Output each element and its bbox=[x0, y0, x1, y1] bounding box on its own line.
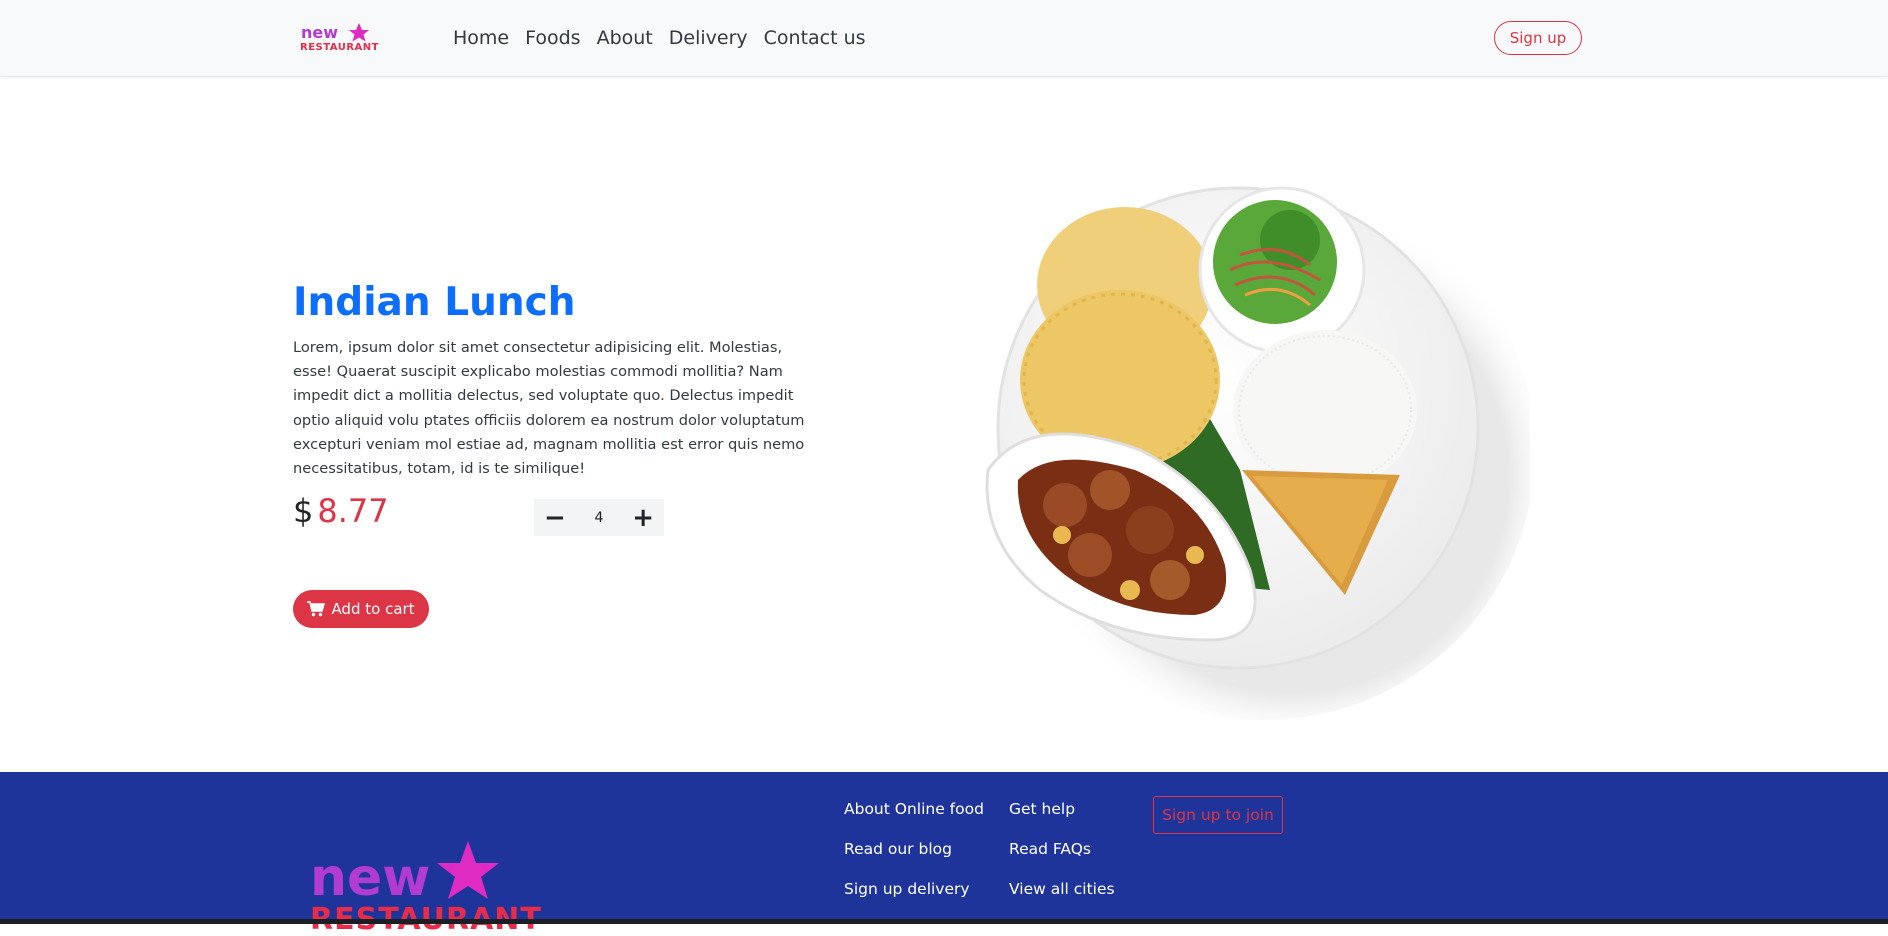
product-description: Lorem, ipsum dolor sit amet consectetur … bbox=[293, 339, 805, 478]
quantity-stepper: − 4 + bbox=[534, 499, 664, 536]
price-amount: 8.77 bbox=[317, 492, 389, 530]
footer-link-faqs[interactable]: Read FAQs bbox=[1009, 840, 1091, 858]
svg-text:new: new bbox=[301, 23, 338, 42]
footer-link-signup-delivery[interactable]: Sign up delivery bbox=[844, 880, 970, 898]
nav-foods[interactable]: Foods bbox=[525, 27, 580, 49]
footer: new RESTAURANT About Online food Read ou… bbox=[0, 772, 1888, 936]
svg-text:new: new bbox=[310, 848, 430, 908]
footer-signup-button[interactable]: Sign up to join bbox=[1153, 796, 1283, 834]
logo[interactable]: new RESTAURANT bbox=[299, 22, 413, 53]
nav-links: Home Foods About Delivery Contact us bbox=[453, 27, 866, 49]
price: $8.77 bbox=[293, 492, 389, 530]
product-title: Indian Lunch bbox=[293, 280, 576, 325]
currency-symbol: $ bbox=[293, 492, 314, 530]
quantity-value[interactable]: 4 bbox=[595, 510, 604, 526]
cart-icon bbox=[307, 601, 326, 617]
signup-button[interactable]: Sign up bbox=[1494, 21, 1582, 55]
svg-text:RESTAURANT: RESTAURANT bbox=[300, 42, 379, 52]
increase-quantity-button[interactable]: + bbox=[632, 505, 654, 531]
add-to-cart-button[interactable]: Add to cart bbox=[293, 590, 429, 628]
svg-text:RESTAURANT: RESTAURANT bbox=[310, 902, 542, 931]
navbar: new RESTAURANT Home Foods About Delivery… bbox=[0, 0, 1888, 77]
decrease-quantity-button[interactable]: − bbox=[544, 505, 566, 531]
nav-about[interactable]: About bbox=[597, 27, 653, 49]
footer-link-blog[interactable]: Read our blog bbox=[844, 840, 952, 858]
nav-contact[interactable]: Contact us bbox=[764, 27, 866, 49]
footer-link-about[interactable]: About Online food bbox=[844, 800, 984, 818]
footer-link-cities[interactable]: View all cities bbox=[1009, 880, 1115, 898]
nav-home[interactable]: Home bbox=[453, 27, 509, 49]
add-to-cart-label: Add to cart bbox=[331, 600, 415, 618]
nav-delivery[interactable]: Delivery bbox=[669, 27, 748, 49]
footer-logo[interactable]: new RESTAURANT bbox=[310, 841, 600, 936]
bottom-strip bbox=[0, 919, 1888, 924]
footer-link-help[interactable]: Get help bbox=[1009, 800, 1075, 818]
food-plate-image bbox=[970, 170, 1535, 730]
